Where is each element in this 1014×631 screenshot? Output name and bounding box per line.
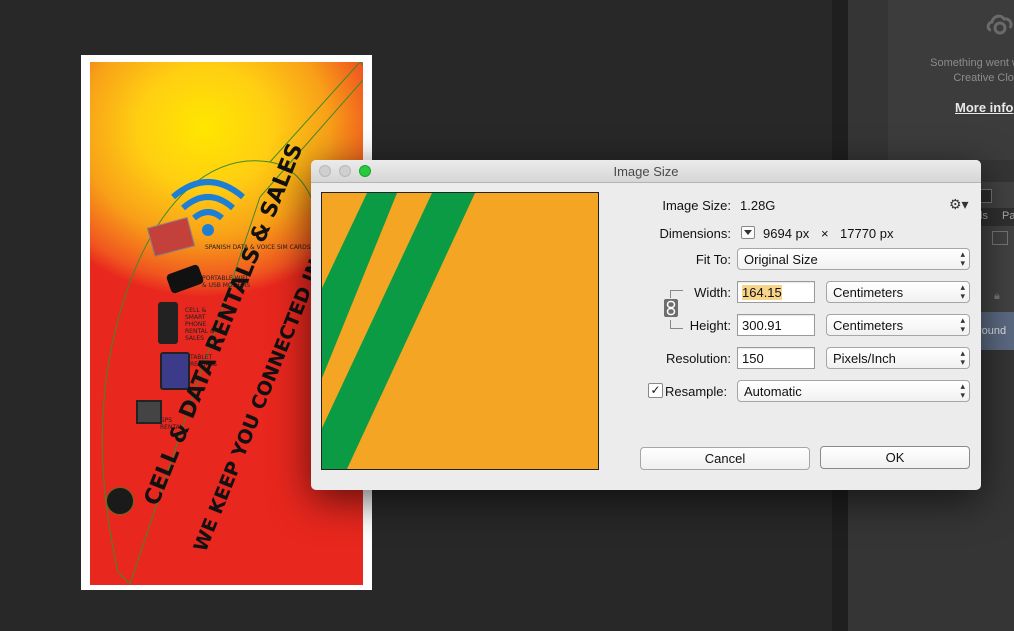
dimensions-label: Dimensions: (659, 226, 731, 241)
resample-checkbox[interactable]: ✓ (648, 383, 663, 398)
resolution-label: Resolution: (665, 351, 731, 366)
cancel-button[interactable]: Cancel (640, 447, 810, 470)
dialog-titlebar[interactable]: Image Size (311, 160, 981, 183)
layer-name: round (978, 325, 1007, 337)
more-info-link[interactable]: More info (955, 100, 1014, 115)
stepper-arrows-icon: ▴ ▾ (960, 315, 965, 334)
phone-icon (158, 302, 178, 344)
chain-link-icon[interactable] (664, 299, 678, 317)
dimensions-unit-dropdown-icon[interactable] (741, 226, 755, 239)
resample-label: Resample: (665, 384, 728, 399)
dialog-title: Image Size (613, 164, 679, 179)
height-unit-select[interactable]: Centimeters ▴ ▾ (826, 314, 970, 336)
fit-to-select[interactable]: Original Size ▴ ▾ (737, 248, 970, 270)
resolution-unit-select[interactable]: Pixels/Inch ▴ ▾ (826, 347, 970, 369)
tab-paths[interactable]: Pa (1002, 210, 1014, 222)
creative-cloud-error-message: Something went w Creative Clou (930, 57, 1014, 84)
width-label: Width: (694, 285, 731, 300)
lock-icon[interactable]: 🔒︎ (994, 290, 1000, 303)
fit-to-label: Fit To: (695, 252, 731, 267)
height-label: Height: (689, 318, 731, 333)
image-preview[interactable] (321, 192, 599, 470)
width-unit-select[interactable]: Centimeters ▴ ▾ (826, 281, 970, 303)
gear-icon[interactable]: ⚙︎▾ (949, 196, 969, 213)
height-input[interactable]: 300.91 (737, 314, 815, 336)
tab-layers[interactable]: ls (980, 210, 988, 222)
width-input[interactable]: 164.15 (737, 281, 815, 303)
dimensions-width: 9694 px (763, 226, 810, 241)
image-size-label: Image Size: (662, 198, 731, 213)
gps-icon (136, 400, 162, 424)
creative-cloud-icon (986, 14, 1013, 35)
stepper-arrows-icon: ▴ ▾ (960, 348, 965, 367)
preview-stripes (322, 193, 475, 469)
image-size-dialog: Image Size Image Size: 1.28G ⚙︎▾ Dimensi… (311, 160, 981, 490)
dimensions-height: 17770 px (840, 226, 894, 241)
stepper-arrows-icon: ▴ ▾ (960, 381, 965, 400)
dimensions-times: × (821, 226, 829, 241)
logo-badge-icon (106, 487, 134, 515)
resample-select[interactable]: Automatic ▴ ▾ (737, 380, 970, 402)
image-size-value: 1.28G (740, 198, 776, 213)
resolution-input[interactable]: 150 (737, 347, 815, 369)
stepper-arrows-icon: ▴ ▾ (960, 249, 965, 268)
stepper-arrows-icon: ▴ ▾ (960, 282, 965, 301)
ok-button[interactable]: OK (820, 446, 970, 469)
image-icon[interactable] (992, 231, 1008, 245)
